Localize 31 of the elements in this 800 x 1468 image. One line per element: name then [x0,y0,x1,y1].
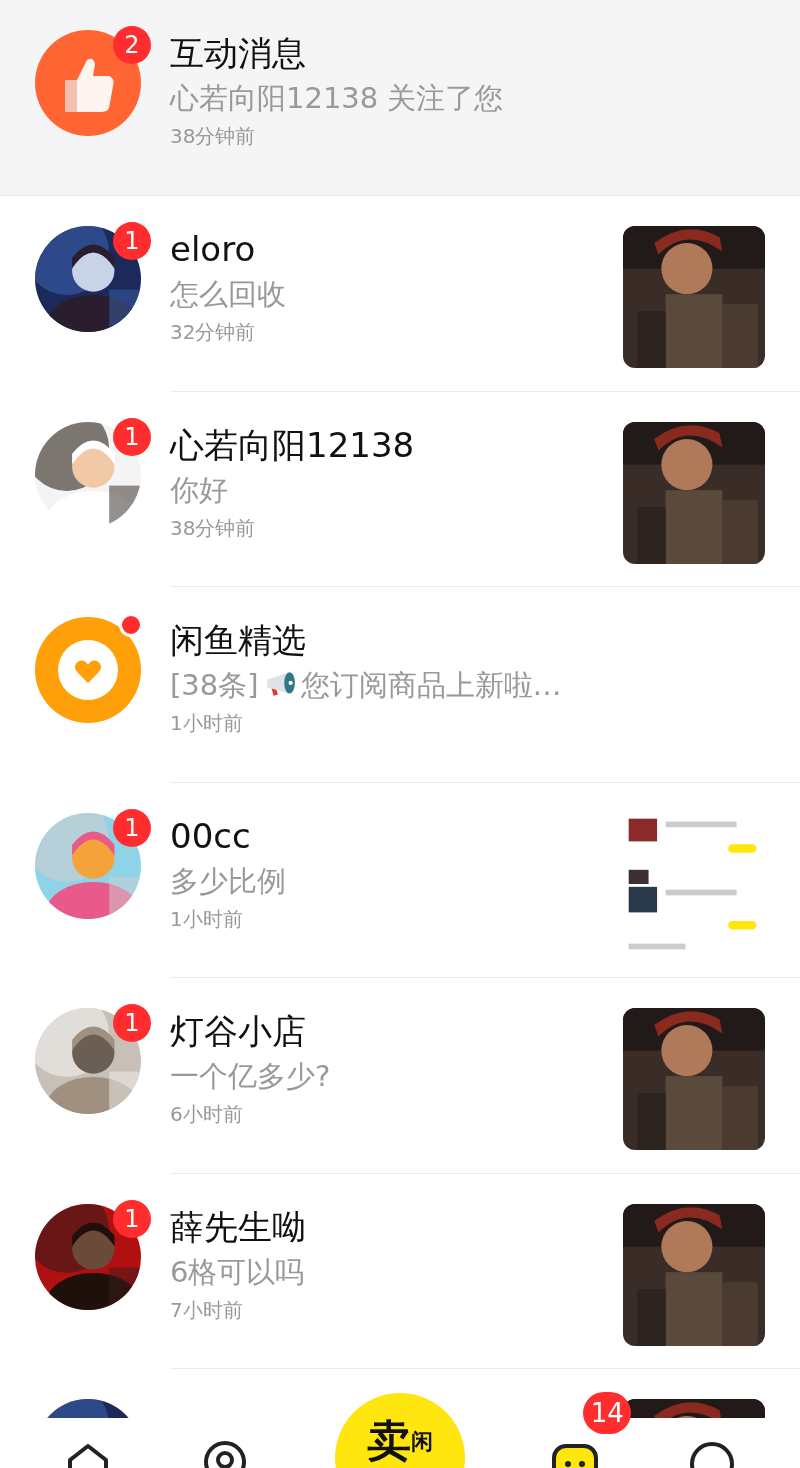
message-time: 1小时前 [170,710,244,737]
conversation-name: 心若向阳12138 [170,423,416,467]
message-time: 1小时前 [170,905,244,933]
unread-badge: 1 [113,1199,151,1238]
message-preview: 一个亿多少? [170,1058,331,1095]
conversation-name: 薛先生呦 [170,1205,307,1249]
message-time: 38分钟前 [170,123,257,150]
message-preview: 怎么回收 [170,276,286,313]
message-preview: 你好 [170,471,228,509]
message-time: 6小时前 [170,1101,244,1128]
thumbs-up-icon [35,30,141,136]
message-time: 32分钟前 [170,319,257,346]
conversation-name: eloro [170,228,257,271]
message-preview: 心若向阳12138 关注了您 [170,80,505,117]
message-time: 38分钟前 [170,514,257,542]
unread-badge: 1 [113,808,151,847]
message-count: [38条] [170,667,259,704]
unread-badge: 14 [583,1392,632,1434]
conversation-name: 灯谷小店 [170,1010,307,1053]
unread-badge: 1 [113,417,151,456]
unread-badge: 1 [113,1004,151,1042]
unread-badge: 2 [113,26,151,64]
message-preview: 6格可以吗 [170,1253,305,1291]
conversation-name: 00cc [170,814,252,858]
interactive-messages-item[interactable]: 2 互动消息 心若向阳12138 关注了您 38分钟前 [0,0,800,196]
message-time: 7小时前 [170,1296,244,1324]
conversation-name: 闲鱼精选 [170,619,307,662]
message-preview: 您订阅商品上新啦… [300,667,562,704]
message-preview: 多少比例 [170,862,286,900]
unread-badge: 1 [113,222,151,260]
conversation-name: 互动消息 [170,32,307,75]
